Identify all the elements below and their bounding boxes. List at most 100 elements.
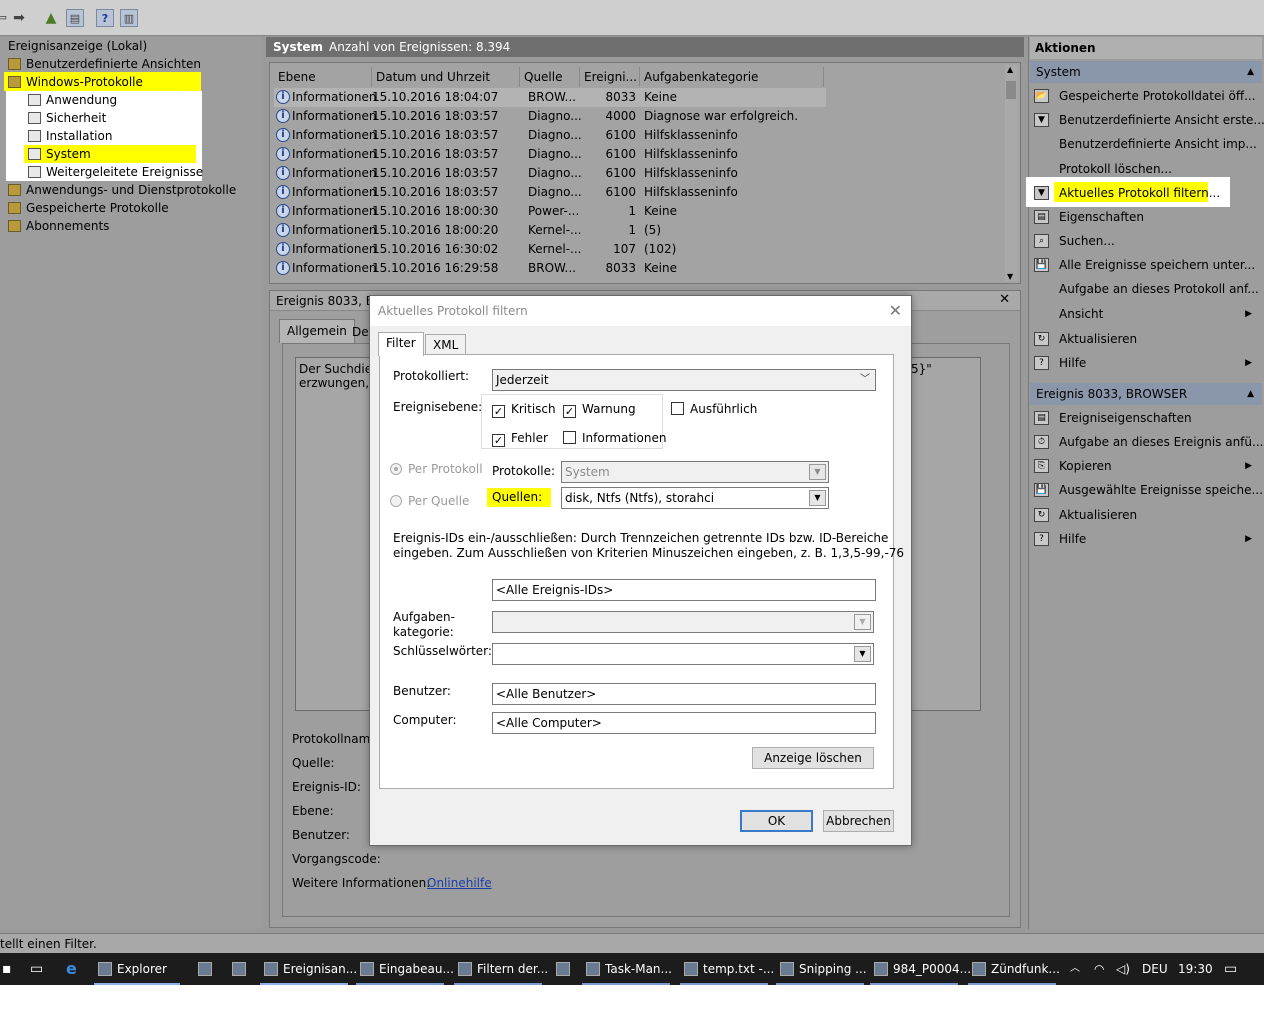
computer-input[interactable]: <Alle Computer> <box>492 712 876 734</box>
logs-select[interactable]: System ▼ <box>561 461 829 483</box>
clock[interactable]: 19:30 <box>1178 953 1213 985</box>
tree-item-security[interactable]: Sicherheit <box>28 109 106 127</box>
tree-item-application[interactable]: Anwendung <box>28 91 117 109</box>
show-hide-actions-icon[interactable]: ▥ <box>120 9 138 27</box>
actions-section-event[interactable]: Ereignis 8033, BROWSER ▲ <box>1030 383 1262 405</box>
checkbox-warning[interactable]: ✓ Warnung <box>563 402 636 418</box>
taskbar-item[interactable]: Ereignisan... <box>264 953 357 985</box>
logged-select[interactable]: Jederzeit ﹀ <box>492 369 876 391</box>
action-view[interactable]: Ansicht ▶ <box>1030 302 1258 326</box>
keywords-select[interactable]: ▼ <box>492 643 874 665</box>
column-header-source[interactable]: Quelle <box>520 67 580 87</box>
sources-select[interactable]: disk, Ntfs (Ntfs), storahci ▼ <box>561 487 829 509</box>
column-header-event-id[interactable]: Ereigni... <box>580 67 640 87</box>
checkbox-verbose[interactable]: Ausführlich <box>671 402 757 416</box>
tree-item-saved-logs[interactable]: Gespeicherte Protokolle <box>8 199 169 217</box>
tree-item-system[interactable]: System <box>28 145 91 163</box>
table-row[interactable]: i Informationen 15.10.2016 18:00:20 Kernel-… <box>274 221 826 240</box>
action-save-selected-events[interactable]: 💾 Ausgewählte Ereignisse speiche... <box>1030 478 1263 502</box>
action-save-all-events[interactable]: 💾 Alle Ereignisse speichern unter... <box>1030 253 1258 277</box>
media-player-icon[interactable] <box>232 953 251 985</box>
task-category-select[interactable]: ▼ <box>492 611 874 633</box>
tree-item-subscriptions[interactable]: Abonnements <box>8 217 109 235</box>
table-row[interactable]: i Informationen 15.10.2016 18:00:30 Power-.… <box>274 202 826 221</box>
action-refresh-event[interactable]: ↻ Aktualisieren <box>1030 503 1258 527</box>
dialog-close-icon[interactable]: ✕ <box>889 301 902 320</box>
table-row[interactable]: i Informationen 15.10.2016 18:03:57 Diagno.… <box>274 107 826 126</box>
user-input[interactable]: <Alle Benutzer> <box>492 683 876 705</box>
action-find[interactable]: ⌕ Suchen... <box>1030 229 1258 253</box>
store-icon[interactable] <box>198 953 217 985</box>
help-icon[interactable]: ? <box>96 9 114 27</box>
tree-item-forwarded[interactable]: Weitergeleitete Ereignisse <box>28 163 203 181</box>
grid-scrollbar[interactable]: ▲ ▼ <box>1005 65 1018 281</box>
tree-item-root[interactable]: Ereignisanzeige (Lokal) <box>8 37 147 55</box>
notifications-icon[interactable]: ▭ <box>1224 953 1237 985</box>
taskbar-item[interactable]: Filtern der... <box>458 953 548 985</box>
table-row[interactable]: i Informationen 15.10.2016 16:29:58 BROW...… <box>274 259 826 278</box>
network-icon[interactable]: ◠ <box>1094 953 1104 985</box>
action-import-custom-view[interactable]: Benutzerdefinierte Ansicht imp... <box>1030 132 1258 156</box>
language-indicator[interactable]: DEU <box>1142 953 1168 985</box>
action-event-properties[interactable]: ▤ Ereigniseigenschaften <box>1030 406 1258 430</box>
task-view-icon[interactable]: ▭ <box>30 953 43 985</box>
up-folder-icon[interactable]: ▲ <box>42 9 60 27</box>
table-row[interactable]: i Informationen 15.10.2016 16:30:02 Kernel-… <box>274 240 826 259</box>
ok-button[interactable]: OK <box>740 810 813 832</box>
scroll-down-icon[interactable]: ▼ <box>1007 272 1013 281</box>
edge-icon[interactable]: e <box>66 953 77 985</box>
checkbox-error[interactable]: ✓ Fehler <box>492 431 548 447</box>
tab-xml[interactable]: XML <box>425 334 467 354</box>
clear-button[interactable]: Anzeige löschen <box>752 747 874 769</box>
tray-chevron-icon[interactable]: ︿ <box>1070 953 1080 985</box>
tree-item-setup[interactable]: Installation <box>28 127 112 145</box>
actions-section-system[interactable]: System ▲ <box>1030 61 1262 83</box>
back-arrow-icon[interactable]: ⇦ <box>0 9 10 27</box>
action-clear-log[interactable]: Protokoll löschen... <box>1030 157 1258 181</box>
start-icon[interactable]: ▪ <box>2 953 12 985</box>
taskbar-item[interactable]: Explorer <box>98 953 167 985</box>
action-attach-task-to-log[interactable]: Aufgabe an dieses Protokoll anf... <box>1030 277 1259 301</box>
checkbox-critical[interactable]: ✓ Kritisch <box>492 402 556 418</box>
taskbar-item[interactable]: Task-Man... <box>586 953 672 985</box>
taskbar-item[interactable]: Eingabeau... <box>360 953 454 985</box>
column-header-date[interactable]: Datum und Uhrzeit <box>372 67 520 87</box>
action-create-custom-view[interactable]: ▼ Benutzerdefinierte Ansicht erste... <box>1030 108 1264 132</box>
cancel-button[interactable]: Abbrechen <box>823 810 894 832</box>
table-row[interactable]: i Informationen 15.10.2016 18:03:57 Diagno.… <box>274 164 826 183</box>
action-attach-task-to-event[interactable]: ⏱ Aufgabe an dieses Ereignis anfü... <box>1030 430 1263 454</box>
action-open-saved-log[interactable]: 📂 Gespeicherte Protokolldatei öff... <box>1030 84 1258 108</box>
action-filter-current-log[interactable]: ▼ Aktuelles Protokoll filtern... <box>1030 181 1258 205</box>
forward-arrow-icon[interactable]: ➡ <box>10 9 28 27</box>
column-header-task[interactable]: Aufgabenkategorie <box>640 67 824 87</box>
tab-filter[interactable]: Filter <box>378 332 424 356</box>
tree-item-app-service-logs[interactable]: Anwendungs- und Dienstprotokolle <box>8 181 236 199</box>
tree-item-windows-logs[interactable]: Windows-Protokolle <box>8 73 143 91</box>
scroll-up-icon[interactable]: ▲ <box>1007 65 1013 74</box>
collapse-icon[interactable]: ▲ <box>1247 383 1254 405</box>
table-row[interactable]: i Informationen 15.10.2016 18:03:57 Diagno.… <box>274 145 826 164</box>
taskbar-item[interactable]: 984_P0004... <box>874 953 971 985</box>
radio-by-source[interactable]: Per Quelle <box>390 494 469 508</box>
volume-icon[interactable]: ◁) <box>1116 953 1130 985</box>
action-properties[interactable]: ▤ Eigenschaften <box>1030 205 1258 229</box>
detail-close-icon[interactable]: ✕ <box>999 292 1010 307</box>
table-row[interactable]: i Informationen 15.10.2016 18:03:57 Diagno.… <box>274 183 826 202</box>
taskbar-item[interactable]: Snipping ... <box>780 953 867 985</box>
show-hide-tree-icon[interactable]: ▤ <box>66 9 84 27</box>
event-ids-input[interactable]: <Alle Ereignis-IDs> <box>492 579 876 601</box>
checkbox-information[interactable]: Informationen <box>563 431 666 445</box>
action-copy[interactable]: ⎘ Kopieren ▶ <box>1030 454 1258 478</box>
tab-general[interactable]: Allgemein <box>279 319 355 343</box>
action-help[interactable]: ? Hilfe ▶ <box>1030 351 1258 375</box>
internet-explorer-icon[interactable] <box>556 953 575 985</box>
action-help-event[interactable]: ? Hilfe ▶ <box>1030 527 1258 551</box>
tree-item-custom-views[interactable]: Benutzerdefinierte Ansichten <box>8 55 201 73</box>
collapse-icon[interactable]: ▲ <box>1247 61 1254 83</box>
column-header-level[interactable]: Ebene <box>274 67 372 87</box>
online-help-link[interactable]: Onlinehilfe <box>427 876 492 890</box>
action-refresh[interactable]: ↻ Aktualisieren <box>1030 327 1258 351</box>
table-row[interactable]: i Informationen 15.10.2016 18:04:07 BROW...… <box>274 88 826 107</box>
scroll-thumb[interactable] <box>1006 81 1016 99</box>
table-row[interactable]: i Informationen 15.10.2016 18:03:57 Diagno.… <box>274 126 826 145</box>
